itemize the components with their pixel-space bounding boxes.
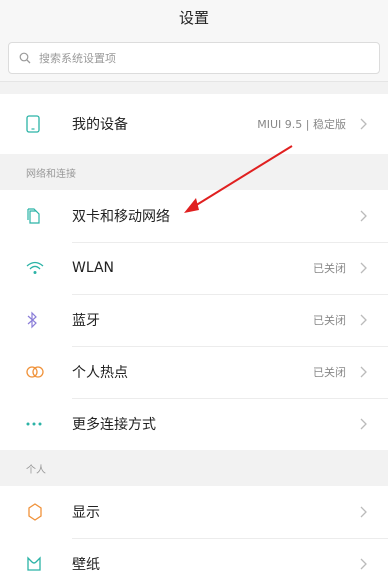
bluetooth-label: 蓝牙: [72, 313, 100, 329]
search-placeholder: 搜索系统设置项: [39, 52, 116, 65]
more-dots-icon: [0, 422, 72, 426]
wlan-status: 已关闭: [313, 262, 346, 275]
bluetooth-item[interactable]: 蓝牙 已关闭: [0, 294, 388, 346]
hotspot-item[interactable]: 个人热点 已关闭: [0, 346, 388, 398]
network-group: 双卡和移动网络 WLAN 已关闭 蓝牙 已关闭 个人热点 已关闭 更多连接方式: [0, 190, 388, 450]
wallpaper-icon: [0, 555, 72, 573]
display-icon: [0, 503, 72, 521]
dual-sim-icon: [0, 208, 72, 224]
device-group: 我的设备 MIUI 9.5 | 稳定版: [0, 94, 388, 154]
hotspot-icon: [0, 365, 72, 379]
chevron-right-icon: [360, 366, 388, 378]
bluetooth-status: 已关闭: [313, 314, 346, 327]
chevron-right-icon: [360, 418, 388, 430]
section-personal-title: 个人: [26, 464, 46, 476]
page-title: 设置: [0, 0, 388, 34]
my-device-version: MIUI 9.5 | 稳定版: [257, 118, 346, 131]
personal-group: 显示 壁纸: [0, 486, 388, 588]
section-personal: 个人: [0, 450, 388, 486]
wlan-label: WLAN: [72, 260, 115, 276]
chevron-right-icon: [360, 118, 388, 130]
chevron-right-icon: [360, 210, 388, 222]
phone-icon: [0, 115, 72, 133]
wlan-item[interactable]: WLAN 已关闭: [0, 242, 388, 294]
section-network: 网络和连接: [0, 154, 388, 190]
dual-sim-label: 双卡和移动网络: [72, 209, 170, 225]
page-title-text: 设置: [178, 8, 209, 27]
bluetooth-icon: [0, 311, 72, 329]
search-bar: 搜索系统设置项: [0, 34, 388, 82]
my-device-item[interactable]: 我的设备 MIUI 9.5 | 稳定版: [0, 94, 388, 154]
wifi-icon: [0, 261, 72, 275]
more-connections-item[interactable]: 更多连接方式: [0, 398, 388, 450]
hotspot-label: 个人热点: [72, 365, 128, 381]
chevron-right-icon: [360, 558, 388, 570]
wallpaper-item[interactable]: 壁纸: [0, 538, 388, 588]
dual-sim-item[interactable]: 双卡和移动网络: [0, 190, 388, 242]
display-label: 显示: [72, 505, 100, 521]
chevron-right-icon: [360, 262, 388, 274]
hotspot-status: 已关闭: [313, 366, 346, 379]
more-connections-label: 更多连接方式: [72, 417, 156, 433]
chevron-right-icon: [360, 314, 388, 326]
section-network-title: 网络和连接: [26, 168, 76, 180]
search-input[interactable]: 搜索系统设置项: [8, 42, 380, 74]
search-icon: [19, 52, 31, 64]
display-item[interactable]: 显示: [0, 486, 388, 538]
my-device-label: 我的设备: [72, 117, 128, 133]
wallpaper-label: 壁纸: [72, 557, 100, 573]
chevron-right-icon: [360, 506, 388, 518]
